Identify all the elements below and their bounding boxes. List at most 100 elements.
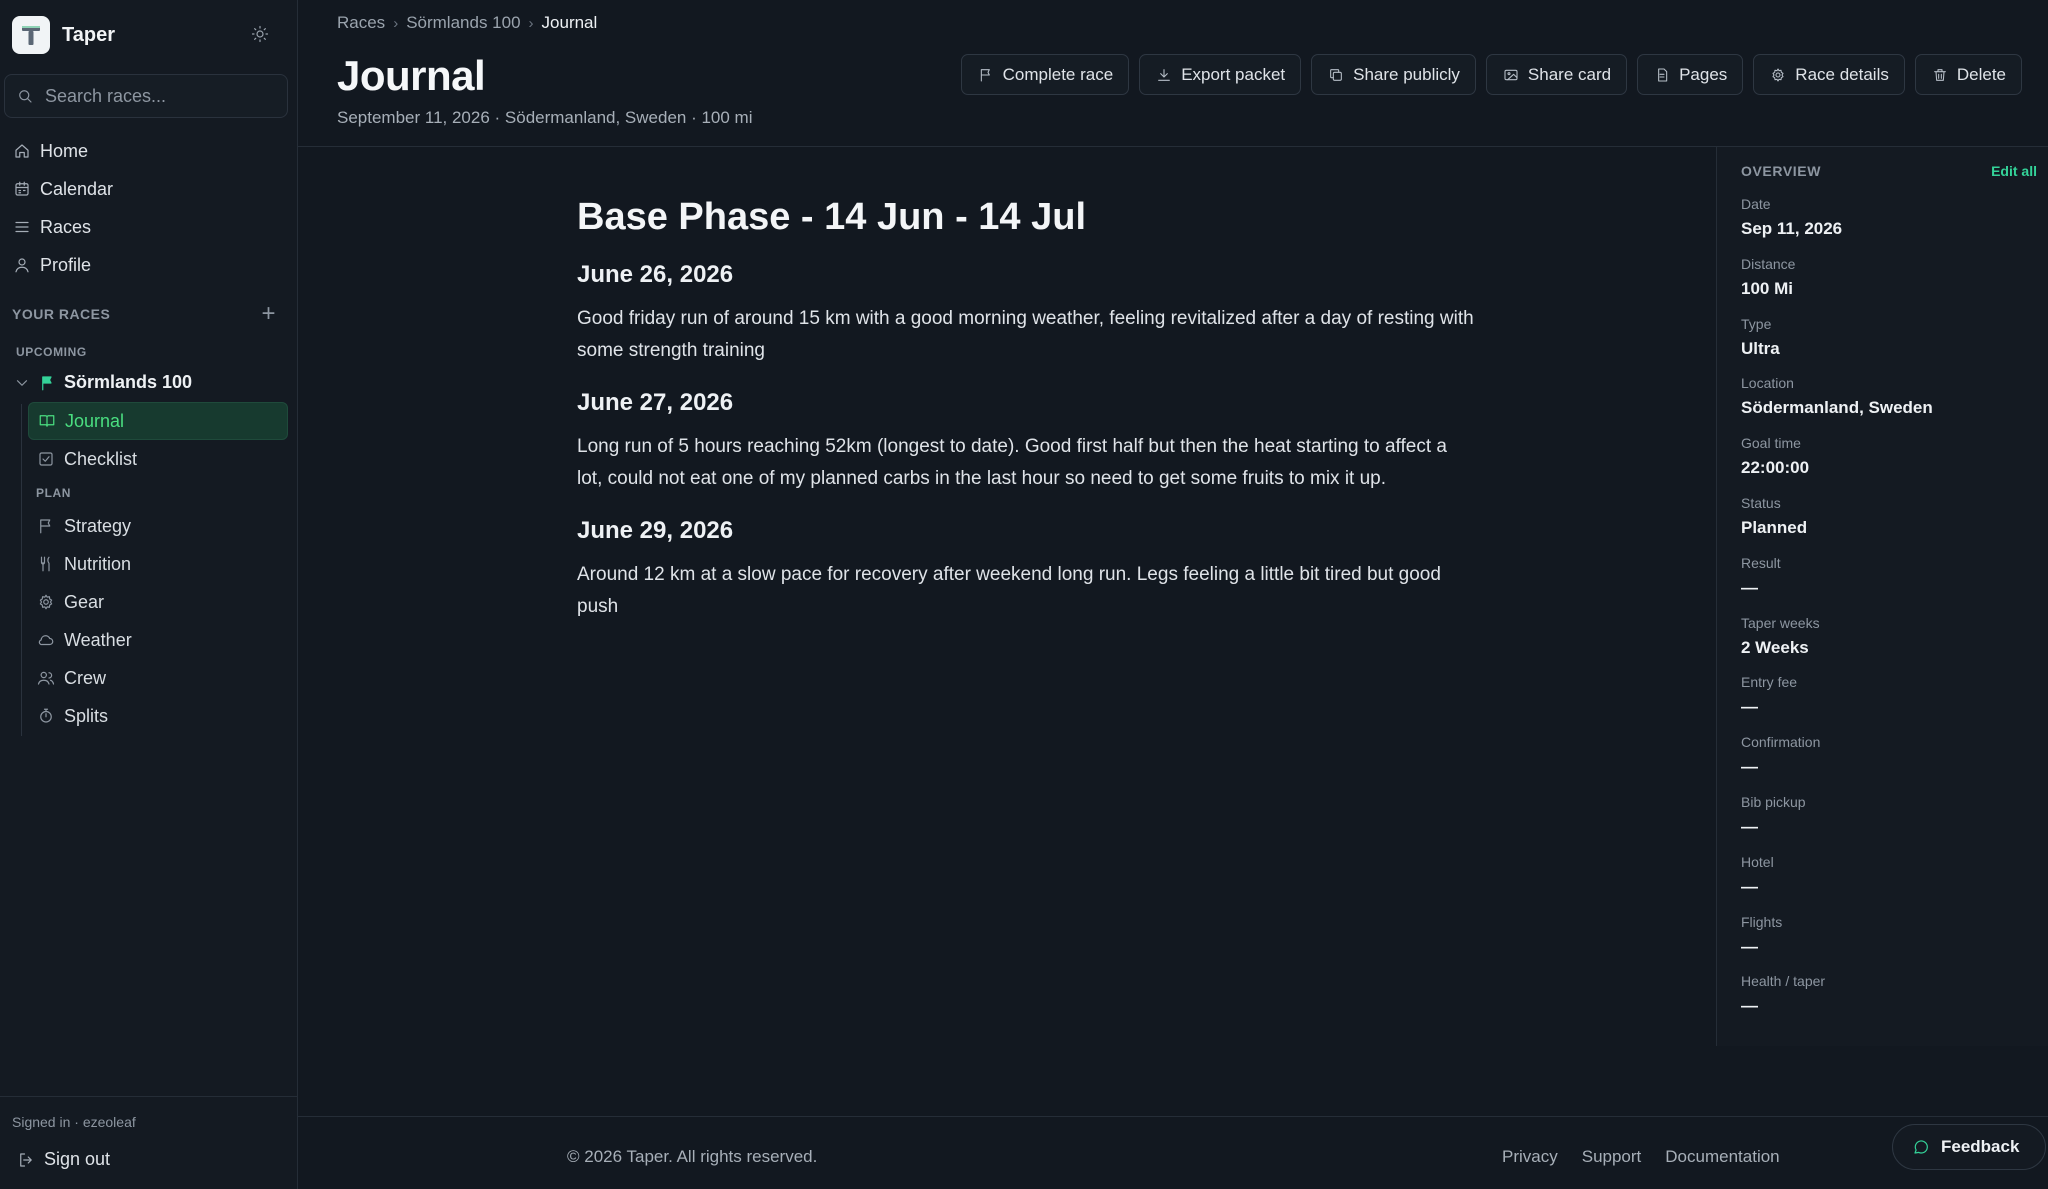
button-label: Race details <box>1795 64 1889 84</box>
sidebar-item-label: Splits <box>64 705 109 726</box>
nav-label: Races <box>40 216 92 237</box>
cloud-icon <box>36 630 56 650</box>
sidebar-item-checklist[interactable]: Checklist <box>28 440 288 478</box>
journal-content[interactable]: Base Phase - 14 Jun - 14 Jul June 26, 20… <box>577 196 1477 645</box>
overview-panel: OVERVIEW Edit all Date Sep 11, 2026 Dista… <box>1716 147 2048 1046</box>
overview-field-flights[interactable]: Flights — <box>1741 913 2031 973</box>
overview-field-taper-weeks[interactable]: Taper weeks 2 Weeks <box>1741 614 2031 674</box>
privacy-link[interactable]: Privacy <box>1502 1147 1558 1167</box>
chevron-down-icon[interactable] <box>12 373 32 393</box>
field-key: Type <box>1741 315 1772 332</box>
overview-field-hotel[interactable]: Hotel — <box>1741 853 2031 913</box>
sidebar-item-label: Gear <box>64 591 105 612</box>
flag-icon <box>36 516 56 536</box>
race-details-button[interactable]: Race details <box>1753 54 1905 95</box>
checkbox-icon <box>36 449 56 469</box>
field-key: Entry fee <box>1741 674 1798 691</box>
list-icon <box>12 217 32 237</box>
field-key: Hotel <box>1741 853 1774 870</box>
sidebar-item-weather[interactable]: Weather <box>28 621 288 659</box>
complete-race-button[interactable]: Complete race <box>960 54 1130 95</box>
sidebar-item-strategy[interactable]: Strategy <box>28 507 288 545</box>
search-box[interactable] <box>4 74 288 118</box>
image-icon <box>1502 66 1520 84</box>
field-value: 100 Mi <box>1741 278 1793 298</box>
page-title: Journal <box>337 52 486 99</box>
your-races-header: YOUR RACES + <box>12 302 276 326</box>
upcoming-label: UPCOMING <box>16 345 87 359</box>
entry-date: June 26, 2026 <box>577 261 734 288</box>
pages-button[interactable]: Pages <box>1637 54 1744 95</box>
sidebar-item-gear[interactable]: Gear <box>28 583 288 621</box>
sidebar: Taper Home Calendar Races Profile YOUR R… <box>0 0 298 1189</box>
overview-field-type[interactable]: Type Ultra <box>1741 315 2031 375</box>
overview-field-date[interactable]: Date Sep 11, 2026 <box>1741 195 2031 255</box>
overview-field-distance[interactable]: Distance 100 Mi <box>1741 255 2031 315</box>
field-key: Confirmation <box>1741 734 1821 751</box>
sun-icon[interactable] <box>250 24 270 44</box>
share-card-button[interactable]: Share card <box>1485 54 1628 95</box>
field-value: Ultra <box>1741 338 1780 358</box>
brand[interactable]: Taper <box>12 16 115 54</box>
export-packet-button[interactable]: Export packet <box>1139 54 1302 95</box>
overview-field-status[interactable]: Status Planned <box>1741 494 2031 554</box>
taper-logo <box>12 16 50 54</box>
page-subtitle: September 11, 2026 · Södermanland, Swede… <box>337 108 753 127</box>
entry-date: June 27, 2026 <box>577 389 734 416</box>
sign-out-button[interactable]: Sign out <box>16 1149 110 1170</box>
nav-item-profile[interactable]: Profile <box>12 246 288 284</box>
sidebar-item-label: Journal <box>65 410 125 431</box>
sidebar-item-label: Strategy <box>64 515 132 536</box>
edit-all-button[interactable]: Edit all <box>1991 163 2037 179</box>
copy-icon <box>1327 66 1345 84</box>
overview-field-confirmation[interactable]: Confirmation — <box>1741 733 2031 793</box>
field-key: Taper weeks <box>1741 614 1820 631</box>
nav-item-home[interactable]: Home <box>12 132 288 170</box>
flag-icon <box>38 373 58 393</box>
field-value: Sep 11, 2026 <box>1741 219 1843 238</box>
overview-field-health-taper[interactable]: Health / taper — <box>1741 972 2031 1032</box>
breadcrumb-current: Journal <box>541 13 598 32</box>
field-value: 22:00:00 <box>1741 458 1810 478</box>
overview-field-bib-pickup[interactable]: Bib pickup — <box>1741 793 2031 853</box>
sidebar-item-nutrition[interactable]: Nutrition <box>28 545 288 583</box>
add-race-icon[interactable]: + <box>261 302 276 326</box>
field-key: Distance <box>1741 255 1796 272</box>
field-value: — <box>1741 757 1758 777</box>
overview-field-entry-fee[interactable]: Entry fee — <box>1741 673 2031 733</box>
button-label: Export packet <box>1181 64 1286 84</box>
download-icon <box>1155 66 1173 84</box>
chevron-right-icon: › <box>528 14 534 32</box>
sidebar-item-label: Crew <box>64 667 107 688</box>
feedback-button[interactable]: Feedback <box>1892 1124 2047 1170</box>
sidebar-item-splits[interactable]: Splits <box>28 697 288 735</box>
search-input[interactable] <box>45 85 275 107</box>
sidebar-item-journal[interactable]: Journal <box>28 402 288 440</box>
share-publicly-button[interactable]: Share publicly <box>1311 54 1476 95</box>
documentation-link[interactable]: Documentation <box>1665 1147 1779 1167</box>
overview-field-result[interactable]: Result — <box>1741 554 2031 614</box>
stopwatch-icon <box>36 706 56 726</box>
field-key: Status <box>1741 494 1781 511</box>
users-icon <box>36 668 56 688</box>
delete-button[interactable]: Delete <box>1914 54 2022 95</box>
sidebar-item-label: Checklist <box>64 448 138 469</box>
field-key: Goal time <box>1741 435 1801 452</box>
nav-item-races[interactable]: Races <box>12 208 288 246</box>
breadcrumb-race[interactable]: Sörmlands 100 <box>406 13 520 33</box>
breadcrumb-races[interactable]: Races <box>337 13 385 33</box>
field-value: — <box>1741 876 1758 896</box>
nav-label: Home <box>40 140 89 161</box>
nav-item-calendar[interactable]: Calendar <box>12 170 288 208</box>
signed-in-text: Signed in · ezeoleaf <box>12 1114 136 1130</box>
field-value: — <box>1741 996 1758 1016</box>
overview-fields: Date Sep 11, 2026 Distance 100 Mi Type Ultr… <box>1741 195 2031 1032</box>
race-item-sormlands[interactable]: Sörmlands 100 <box>12 372 192 393</box>
sidebar-item-crew[interactable]: Crew <box>28 659 288 697</box>
overview-field-location[interactable]: Location Södermanland, Sweden <box>1741 374 2031 434</box>
overview-field-goal-time[interactable]: Goal time 22:00:00 <box>1741 434 2031 494</box>
support-link[interactable]: Support <box>1582 1147 1642 1167</box>
entry-text: Long run of 5 hours reaching 52km (longe… <box>577 436 1447 489</box>
chevron-right-icon: › <box>393 14 399 32</box>
field-value: — <box>1741 697 1758 717</box>
